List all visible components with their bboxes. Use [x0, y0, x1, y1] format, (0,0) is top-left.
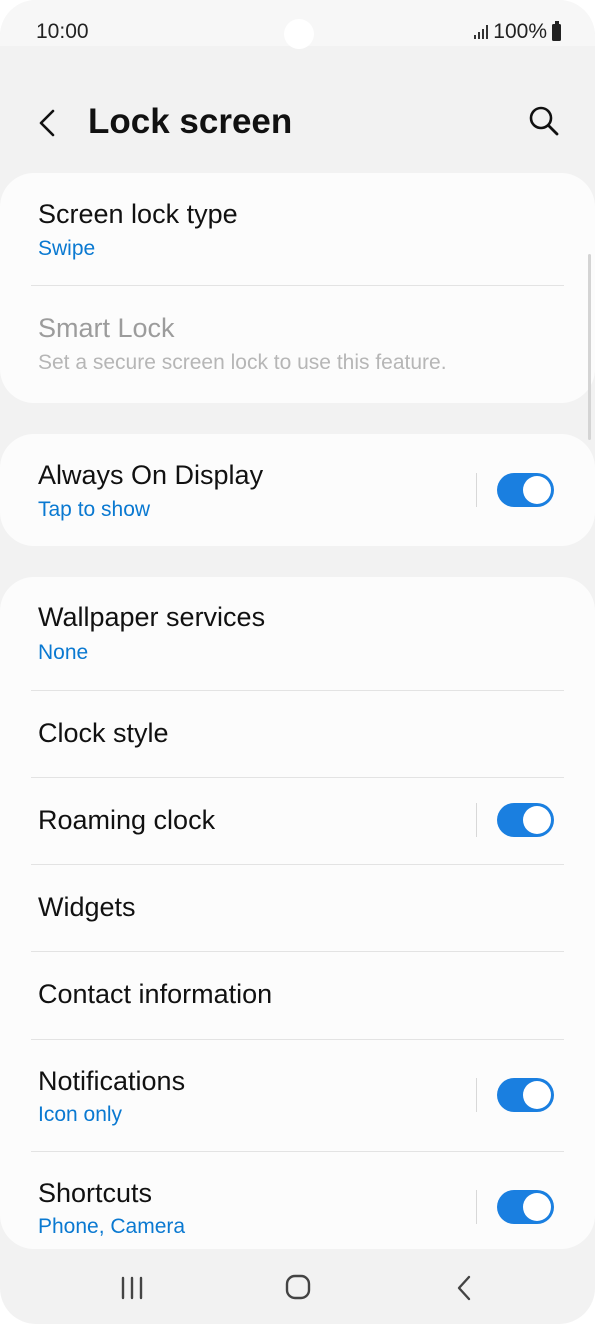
- settings-card-always-on: Always On Display Tap to show: [0, 434, 595, 546]
- toggle-knob: [523, 1081, 551, 1109]
- app-header: Lock screen: [0, 92, 595, 158]
- home-icon[interactable]: [285, 1274, 311, 1300]
- page-title: Lock screen: [88, 102, 293, 141]
- signal-icon: [474, 25, 489, 39]
- toggle-separator: [476, 803, 477, 837]
- setting-title: Roaming clock: [38, 805, 216, 835]
- setting-always-on-display[interactable]: Always On Display Tap to show: [0, 434, 595, 546]
- setting-title: Widgets: [38, 892, 136, 922]
- setting-subtitle: None: [38, 641, 89, 664]
- shortcuts-toggle[interactable]: [497, 1190, 554, 1224]
- setting-subtitle: Set a secure screen lock to use this fea…: [38, 351, 447, 374]
- always-on-display-toggle[interactable]: [497, 473, 554, 507]
- setting-title: Wallpaper services: [38, 602, 266, 632]
- setting-roaming-clock[interactable]: Roaming clock: [0, 778, 595, 864]
- setting-subtitle: Tap to show: [38, 498, 151, 521]
- toggle-separator: [476, 1078, 477, 1112]
- notifications-toggle[interactable]: [497, 1078, 554, 1112]
- setting-widgets[interactable]: Widgets: [0, 865, 595, 951]
- setting-title: Smart Lock: [38, 313, 175, 343]
- status-bar: 10:00 100%: [0, 0, 595, 49]
- phone-screen: 10:00 100% Lock screen Screen lock type …: [0, 0, 595, 1324]
- toggle-knob: [523, 476, 551, 504]
- navigation-bar: [0, 1252, 595, 1324]
- setting-smart-lock: Smart Lock Set a secure screen lock to u…: [0, 286, 595, 403]
- recents-icon[interactable]: [119, 1276, 145, 1300]
- status-indicators: 100%: [474, 20, 561, 44]
- setting-subtitle: Phone, Camera: [38, 1215, 186, 1238]
- setting-shortcuts[interactable]: Shortcuts Phone, Camera: [0, 1152, 595, 1249]
- setting-title: Always On Display: [38, 460, 264, 490]
- setting-wallpaper-services[interactable]: Wallpaper services None: [0, 577, 595, 690]
- setting-subtitle: Icon only: [38, 1103, 123, 1126]
- setting-notifications[interactable]: Notifications Icon only: [0, 1040, 595, 1151]
- setting-title: Screen lock type: [38, 199, 238, 229]
- back-icon[interactable]: [452, 1274, 476, 1302]
- toggle-separator: [476, 473, 477, 507]
- setting-subtitle: Swipe: [38, 237, 96, 260]
- setting-clock-style[interactable]: Clock style: [0, 691, 595, 777]
- settings-card-security: Screen lock type Swipe Smart Lock Set a …: [0, 173, 595, 403]
- camera-cutout: [284, 19, 314, 49]
- scroll-indicator[interactable]: [588, 254, 591, 440]
- status-time: 10:00: [36, 20, 89, 43]
- setting-title: Notifications: [38, 1066, 186, 1096]
- setting-title: Shortcuts: [38, 1178, 153, 1208]
- search-icon[interactable]: [527, 104, 561, 138]
- setting-title: Contact information: [38, 979, 273, 1009]
- setting-contact-information[interactable]: Contact information: [0, 952, 595, 1039]
- roaming-clock-toggle[interactable]: [497, 803, 554, 837]
- setting-screen-lock-type[interactable]: Screen lock type Swipe: [0, 173, 595, 285]
- battery-percentage: 100%: [493, 20, 547, 43]
- setting-title: Clock style: [38, 718, 169, 748]
- toggle-knob: [523, 806, 551, 834]
- chevron-left-icon[interactable]: [32, 106, 66, 140]
- toggle-knob: [523, 1193, 551, 1221]
- battery-icon: [552, 20, 561, 41]
- settings-card-display: Wallpaper services None Clock style Roam…: [0, 577, 595, 1249]
- toggle-separator: [476, 1190, 477, 1224]
